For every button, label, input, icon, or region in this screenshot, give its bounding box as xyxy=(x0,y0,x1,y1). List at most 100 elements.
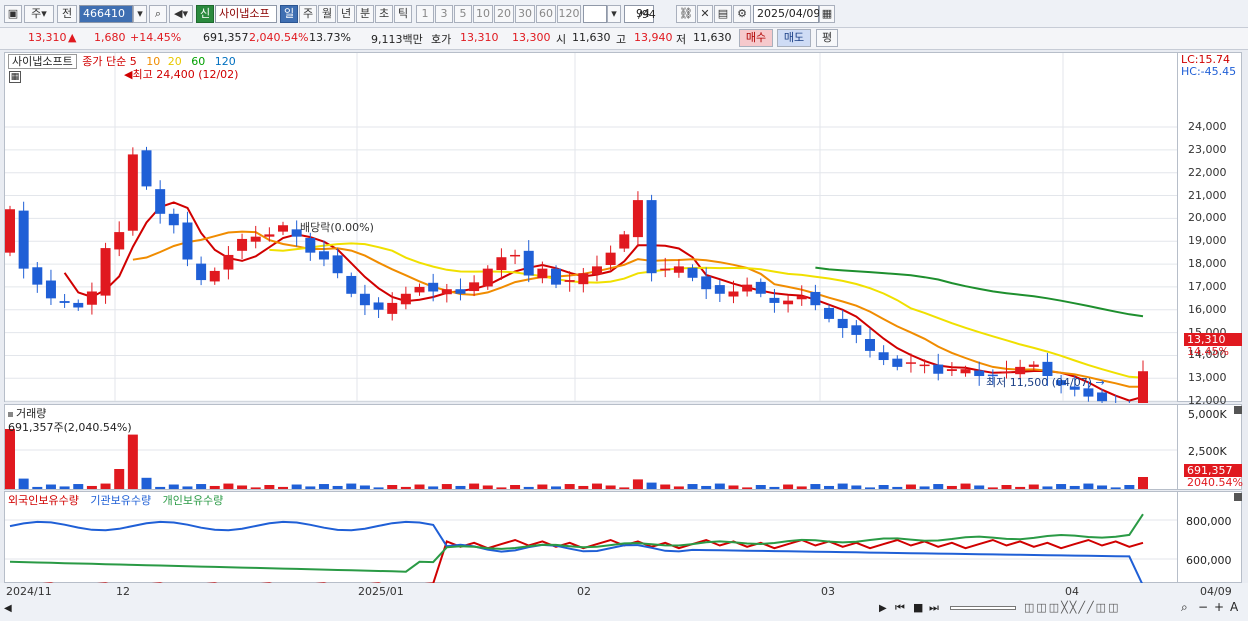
candle-body xyxy=(755,281,766,294)
eval-button[interactable]: 평 xyxy=(816,29,838,47)
chain-icon[interactable]: ⛓ xyxy=(676,5,696,23)
volume-info: 691,357주(2,040.54%) xyxy=(8,421,132,434)
stock-name-label[interactable]: 사이냅소프트 xyxy=(8,54,77,69)
zoom-out-icon[interactable]: − xyxy=(1198,600,1208,614)
candle-body xyxy=(701,276,712,290)
turnover-pct: 13.73% xyxy=(309,31,351,44)
period-week[interactable]: 주 xyxy=(299,5,317,23)
interval-3[interactable]: 3 xyxy=(435,5,453,23)
candle-body xyxy=(551,268,562,285)
stock-name-field[interactable]: 사이냅소프 xyxy=(215,5,277,23)
code-input[interactable]: 466410 xyxy=(79,5,133,23)
candle-body xyxy=(196,263,207,281)
candle-body xyxy=(400,293,411,305)
zoom-slider[interactable] xyxy=(950,606,1016,610)
prev-code-button[interactable]: 전 xyxy=(57,5,77,23)
volume-pane-close-icon[interactable] xyxy=(1234,406,1242,414)
trade-amount: 9,113백만 xyxy=(371,33,423,46)
candle-body xyxy=(1138,371,1148,403)
candle-body xyxy=(278,225,289,232)
period-year[interactable]: 년 xyxy=(337,5,355,23)
candle-body xyxy=(837,318,848,329)
price-y-tick: 13,000 xyxy=(1188,371,1227,385)
period-minute[interactable]: 분 xyxy=(356,5,374,23)
price-y-tick: 23,000 xyxy=(1188,142,1227,156)
price-y-tick: 18,000 xyxy=(1188,257,1227,271)
auto-scale-icon[interactable]: A xyxy=(1230,600,1238,614)
candle-body xyxy=(86,291,97,305)
volume-current-pct: 2040.54% xyxy=(1187,476,1243,489)
drawing-tools[interactable]: ◫◫◫╳╳╱╱◫◫ xyxy=(1024,601,1120,614)
candle-body xyxy=(632,200,643,238)
x-label-04: 04 xyxy=(1065,585,1079,598)
price-y-tick: 16,000 xyxy=(1188,302,1227,316)
high-price: 13,940 xyxy=(634,31,673,44)
zoom-in-icon[interactable]: + xyxy=(1214,600,1224,614)
scroll-last-button[interactable]: ⏭ xyxy=(929,601,939,615)
candle-body xyxy=(660,268,671,271)
volume-chart[interactable] xyxy=(0,402,1244,492)
scroll-first-button[interactable]: ⏮ xyxy=(895,601,905,615)
layout-icon[interactable]: ▣ xyxy=(4,5,22,23)
volume-bar xyxy=(141,477,152,489)
gear-icon[interactable]: ⚙ xyxy=(733,5,751,23)
candle-body xyxy=(114,232,125,250)
candle-body xyxy=(619,234,630,249)
high-label: 고 xyxy=(616,33,627,46)
open-price: 11,630 xyxy=(572,31,611,44)
period-second[interactable]: 초 xyxy=(375,5,393,23)
interval-20[interactable]: 20 xyxy=(494,5,514,23)
interval-30[interactable]: 30 xyxy=(515,5,535,23)
date-input[interactable]: 2025/04/09 xyxy=(753,5,820,23)
candle-body xyxy=(318,251,329,260)
scroll-right-arrow[interactable]: ▶ xyxy=(879,603,887,614)
period-day[interactable]: 일 xyxy=(280,5,298,23)
interval-1[interactable]: 1 xyxy=(416,5,434,23)
candle-body xyxy=(223,254,234,270)
scroll-left-arrow[interactable]: ◀ xyxy=(4,603,12,614)
candle-body xyxy=(414,286,425,293)
holder-legend: 외국인보유수량 기관보유수량 개인보유수량 xyxy=(8,492,223,508)
crosshair-icon[interactable]: ✕ xyxy=(697,5,713,23)
calendar-icon[interactable]: ▦ xyxy=(819,5,835,23)
candle-body xyxy=(946,369,957,371)
interval-5[interactable]: 5 xyxy=(454,5,472,23)
save-icon[interactable]: ▤ xyxy=(714,5,732,23)
stop-button[interactable]: ■ xyxy=(913,601,923,614)
volume-bar xyxy=(632,479,643,489)
candle-body xyxy=(1097,392,1108,402)
interval-60[interactable]: 60 xyxy=(536,5,556,23)
new-badge[interactable]: 신 xyxy=(196,5,214,23)
current-price: 13,310 xyxy=(28,31,67,44)
speaker-icon[interactable]: ◀▾ xyxy=(169,5,193,23)
hc-label: HC:-45.45 xyxy=(1181,65,1237,78)
holder-ytick-2: 600,000 xyxy=(1186,554,1232,567)
period-tick[interactable]: 틱 xyxy=(394,5,412,23)
search-icon[interactable]: ⌕ xyxy=(149,5,167,23)
candle-body xyxy=(742,284,753,292)
buy-button[interactable]: 매수 xyxy=(739,29,773,47)
interval-120[interactable]: 120 xyxy=(557,5,581,23)
x-label-02: 02 xyxy=(577,585,591,598)
candle-body xyxy=(387,302,398,314)
market-select[interactable]: 주▾ xyxy=(24,5,54,23)
price-chart[interactable] xyxy=(0,51,1244,403)
zoom-search-icon[interactable]: ⌕ xyxy=(1181,600,1188,615)
code-dropdown-icon[interactable]: ▾ xyxy=(133,5,147,23)
table-icon[interactable]: ▦ xyxy=(9,71,21,83)
candle-body xyxy=(359,293,370,306)
holder-pane-close-icon[interactable] xyxy=(1234,493,1242,501)
interval-custom-input[interactable] xyxy=(583,5,607,23)
period-month[interactable]: 월 xyxy=(318,5,336,23)
x-label-12: 12 xyxy=(116,585,130,598)
volume-bar xyxy=(5,429,15,489)
x-label-current: 04/09 xyxy=(1200,585,1232,598)
price-change: 1,680 xyxy=(94,31,126,44)
volume-bar xyxy=(1138,477,1148,489)
sell-button[interactable]: 매도 xyxy=(777,29,811,47)
candle-body xyxy=(168,213,179,226)
interval-10[interactable]: 10 xyxy=(473,5,493,23)
candle-body xyxy=(851,325,862,335)
candle-body xyxy=(73,302,84,308)
interval-dropdown-icon[interactable]: ▾ xyxy=(607,5,621,23)
